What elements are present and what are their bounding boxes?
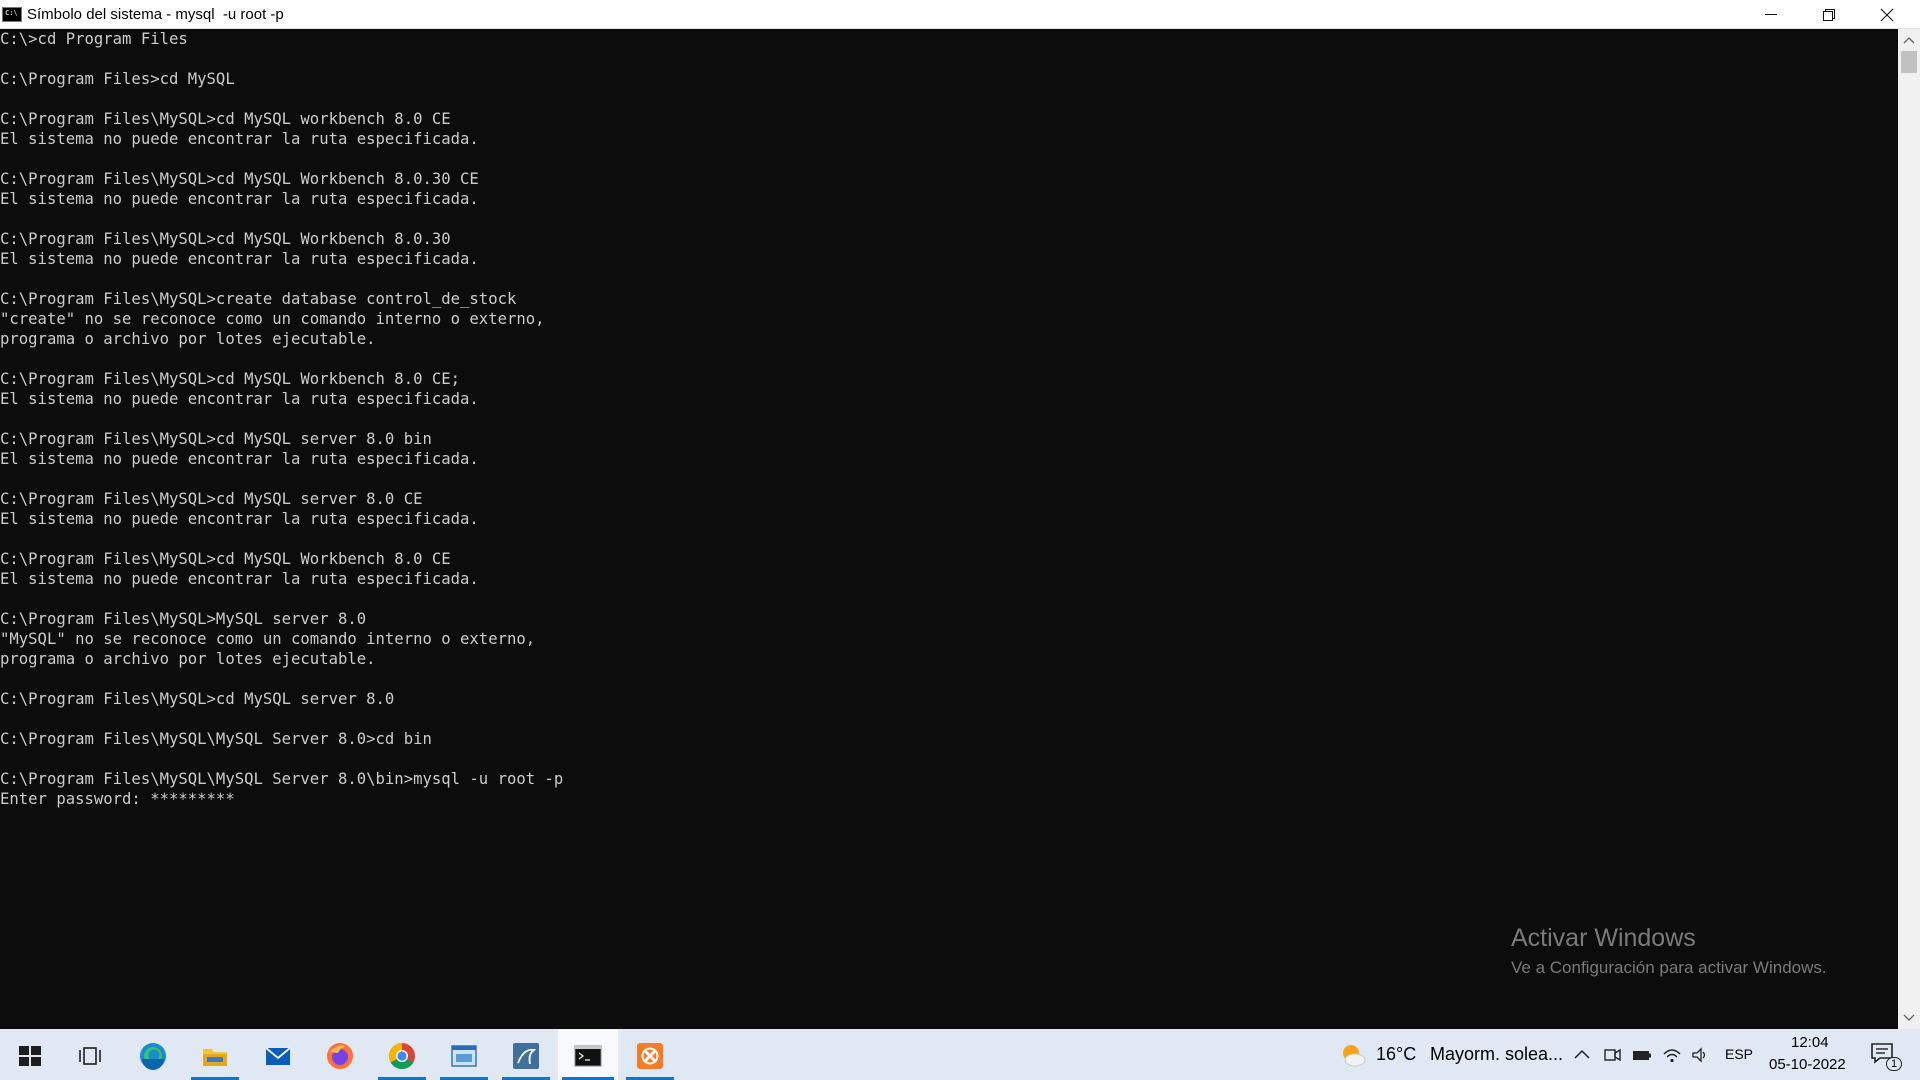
terminal-line: El sistema no puede encontrar la ruta es…	[0, 190, 479, 208]
activation-watermark: Activar Windows Ve a Configuración para …	[1511, 922, 1827, 982]
terminal-line: El sistema no puede encontrar la ruta es…	[0, 390, 479, 408]
chrome-button[interactable]	[374, 1029, 430, 1080]
clock-date: 05-10-2022	[1769, 1056, 1846, 1073]
clock-time: 12:04	[1791, 1034, 1829, 1051]
chevron-up-icon[interactable]	[1572, 1045, 1592, 1065]
cmd-icon	[574, 1045, 602, 1067]
terminal-output[interactable]: C:\>cd Program Files C:\Program Files>cd …	[0, 29, 1898, 1029]
scroll-up-icon[interactable]	[1903, 35, 1915, 45]
watermark-subtitle: Ve a Configuración para activar Windows.	[1511, 958, 1827, 977]
mysql-workbench-icon	[513, 1043, 539, 1069]
folder-icon	[203, 1049, 227, 1066]
command-prompt-button[interactable]	[558, 1029, 618, 1080]
firefox-icon	[327, 1043, 353, 1069]
weather-text: Mayorm. solea...	[1430, 1044, 1564, 1064]
battery-icon[interactable]	[1632, 1045, 1652, 1065]
terminal-line: "create" no se reconoce como un comando …	[0, 310, 545, 328]
terminal-line: C:\Program Files\MySQL>cd MySQL server 8…	[0, 690, 395, 708]
window-title: Símbolo del sistema - mysql -u root -p	[27, 6, 284, 23]
terminal-line: El sistema no puede encontrar la ruta es…	[0, 450, 479, 468]
xampp-icon	[637, 1043, 663, 1069]
task-view-icon	[79, 1047, 101, 1065]
terminal-line: "MySQL" no se reconoce como un comando i…	[0, 630, 536, 648]
control-panel-button[interactable]	[436, 1029, 492, 1080]
chrome-icon	[388, 1042, 415, 1070]
terminal-line: C:\Program Files\MySQL>MySQL server 8.0	[0, 610, 367, 628]
terminal-line: C:\Program Files\MySQL>cd MySQL Workbenc…	[0, 170, 479, 188]
window-app-icon	[451, 1045, 477, 1067]
wifi-icon[interactable]	[1662, 1045, 1682, 1065]
volume-icon[interactable]	[1690, 1045, 1710, 1065]
notification-count: 1	[1886, 1057, 1903, 1071]
mysql-workbench-button[interactable]	[498, 1029, 554, 1080]
firefox-button[interactable]	[312, 1029, 368, 1080]
meet-now-icon[interactable]	[1602, 1045, 1622, 1065]
edge-button[interactable]	[125, 1029, 181, 1080]
terminal-line: C:\>cd Program Files	[0, 30, 188, 48]
start-button[interactable]	[2, 1029, 58, 1080]
scroll-down-icon[interactable]	[1903, 1013, 1915, 1023]
vertical-scrollbar[interactable]	[1898, 29, 1920, 1029]
terminal-line: programa o archivo por lotes ejecutable.	[0, 650, 376, 668]
terminal-line: C:\Program Files\MySQL>cd MySQL workbenc…	[0, 110, 451, 128]
close-button[interactable]	[1858, 0, 1916, 29]
weather-widget[interactable]: 16°C Mayorm. solea...	[1336, 1029, 1564, 1080]
terminal-line: C:\Program Files\MySQL>cd MySQL Workbenc…	[0, 550, 451, 568]
windows-logo-icon	[19, 1046, 41, 1066]
weather-temp: 16°C	[1376, 1044, 1417, 1064]
terminal-line: C:\Program Files\MySQL>create database c…	[0, 290, 517, 308]
window-titlebar[interactable]: C:\ Símbolo del sistema - mysql -u root …	[0, 0, 1920, 29]
xampp-button[interactable]	[622, 1029, 678, 1080]
edge-icon	[140, 1043, 166, 1070]
minimize-button[interactable]	[1742, 0, 1800, 29]
notification-center-button[interactable]: 1	[1866, 1037, 1903, 1073]
terminal-line: C:\Program Files\MySQL>cd MySQL Workbenc…	[0, 370, 461, 388]
terminal-line: C:\Program Files\MySQL>cd MySQL server 8…	[0, 430, 432, 448]
clock[interactable]: 12:04 05-10-2022	[1766, 1029, 1852, 1080]
cmd-icon-text: C:\	[5, 9, 18, 17]
restore-icon	[1823, 9, 1835, 21]
task-view-button[interactable]	[62, 1029, 118, 1080]
partly-sunny-icon	[1343, 1045, 1366, 1067]
terminal-line: programa o archivo por lotes ejecutable.	[0, 330, 376, 348]
terminal-line: C:\Program Files>cd MySQL	[0, 70, 235, 88]
terminal-line: El sistema no puede encontrar la ruta es…	[0, 250, 479, 268]
restore-button[interactable]	[1800, 0, 1858, 29]
terminal-line: El sistema no puede encontrar la ruta es…	[0, 570, 479, 588]
language-indicator[interactable]: ESP	[1725, 1046, 1753, 1062]
watermark-title: Activar Windows	[1511, 924, 1696, 952]
terminal-line: C:\Program Files\MySQL\MySQL Server 8.0>…	[0, 730, 432, 748]
file-explorer-button[interactable]	[187, 1029, 243, 1080]
minimize-icon	[1765, 14, 1777, 15]
mail-button[interactable]	[250, 1029, 306, 1080]
terminal-line: El sistema no puede encontrar la ruta es…	[0, 130, 479, 148]
close-icon	[1880, 8, 1894, 22]
scroll-thumb[interactable]	[1901, 51, 1917, 73]
taskbar: 16°C Mayorm. solea... ESP 12:04 05-10-20…	[0, 1029, 1920, 1080]
terminal-line: Enter password: *********	[0, 790, 235, 808]
mail-icon	[265, 1047, 291, 1065]
terminal-line: C:\Program Files\MySQL\MySQL Server 8.0\…	[0, 770, 564, 788]
cmd-icon: C:\	[2, 7, 22, 22]
terminal-line: El sistema no puede encontrar la ruta es…	[0, 510, 479, 528]
terminal-line: C:\Program Files\MySQL>cd MySQL server 8…	[0, 490, 423, 508]
terminal-line: C:\Program Files\MySQL>cd MySQL Workbenc…	[0, 230, 451, 248]
